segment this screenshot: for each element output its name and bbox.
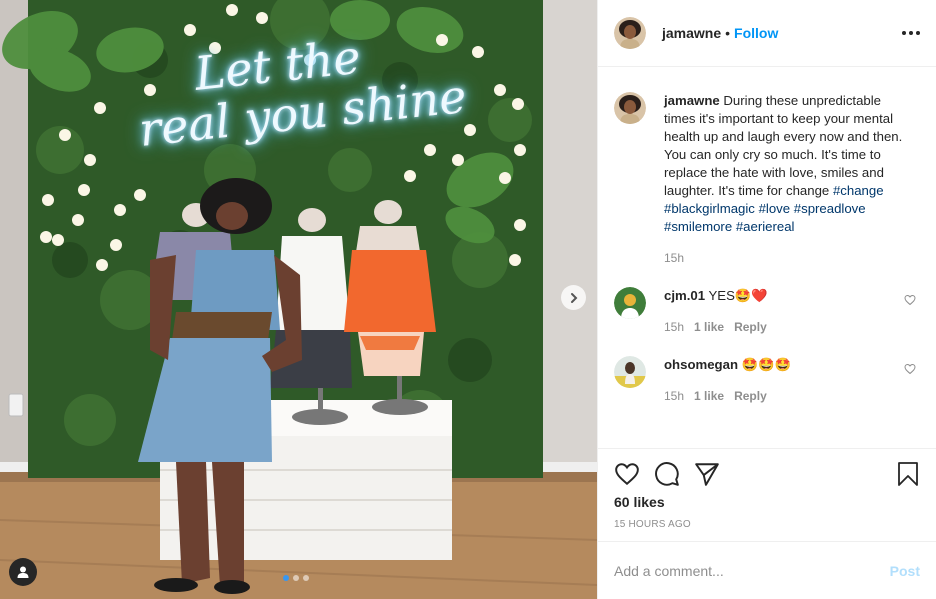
comment-text: YES🤩❤️ <box>708 288 768 303</box>
user-icon <box>17 566 29 578</box>
comment-input[interactable] <box>614 562 890 579</box>
add-comment-bar: Post <box>598 541 936 599</box>
comment-item: ohsomegan 🤩🤩🤩 15h 1 like Reply <box>614 356 920 405</box>
share-button[interactable] <box>694 461 720 487</box>
carousel-dot-active <box>283 575 289 581</box>
caption-age[interactable]: 15h <box>664 249 914 267</box>
post-timestamp[interactable]: 15 HOURS AGO <box>614 519 920 530</box>
avatar[interactable] <box>614 287 646 319</box>
caption-body: jamawne During these unpredictable times… <box>664 92 914 267</box>
next-photo-button[interactable] <box>561 285 586 310</box>
carousel-indicator <box>283 575 309 581</box>
carousel-dot <box>293 575 299 581</box>
likes-count[interactable]: 60 likes <box>614 494 920 510</box>
comment-icon <box>655 462 679 486</box>
reply-button[interactable]: Reply <box>734 318 767 336</box>
comment-text: 🤩🤩🤩 <box>741 357 791 372</box>
post-side-panel: jamawne • Follow jamawne During these un… <box>597 0 936 599</box>
tagged-users-button[interactable] <box>9 558 37 586</box>
header-username[interactable]: jamawne <box>662 25 721 41</box>
comment-body: ohsomegan 🤩🤩🤩 15h 1 like Reply <box>664 356 791 405</box>
comment-username[interactable]: cjm.01 <box>664 288 705 303</box>
hashtag-link[interactable]: #aeriereal <box>736 219 795 234</box>
comment-username[interactable]: ohsomegan <box>664 357 738 372</box>
more-options-button[interactable] <box>902 31 920 35</box>
post-caption: jamawne During these unpredictable times… <box>614 92 920 267</box>
hashtag-link[interactable]: #smilemore <box>664 219 732 234</box>
post-actions: 60 likes 15 HOURS AGO <box>598 448 936 530</box>
hashtag-link[interactable]: #blackgirlmagic <box>664 201 755 216</box>
hashtag-link[interactable]: #change <box>833 183 884 198</box>
post-header: jamawne • Follow <box>598 0 936 67</box>
comment-item: cjm.01 YES🤩❤️ 15h 1 like Reply <box>614 287 920 336</box>
comment-likes[interactable]: 1 like <box>694 318 724 336</box>
hashtag-link[interactable]: #spreadlove <box>794 201 866 216</box>
comment-body: cjm.01 YES🤩❤️ 15h 1 like Reply <box>664 287 768 336</box>
post-photo[interactable]: Let the real you shine <box>0 0 597 599</box>
header-separator: • <box>725 25 731 41</box>
carousel-dot <box>303 575 309 581</box>
comment-meta: 15h 1 like Reply <box>664 387 791 405</box>
more-horizontal-icon <box>902 31 906 35</box>
comment-button[interactable] <box>654 461 680 487</box>
caption-username[interactable]: jamawne <box>664 93 720 108</box>
avatar[interactable] <box>614 92 646 124</box>
reply-button[interactable]: Reply <box>734 387 767 405</box>
heart-icon[interactable] <box>904 363 916 375</box>
avatar[interactable] <box>614 356 646 388</box>
follow-button[interactable]: Follow <box>734 25 778 41</box>
chevron-right-icon <box>570 292 577 303</box>
comment-age[interactable]: 15h <box>664 318 684 336</box>
save-button[interactable] <box>896 461 920 487</box>
share-icon <box>695 463 719 486</box>
comment-meta: 15h 1 like Reply <box>664 318 768 336</box>
comments-list[interactable]: jamawne During these unpredictable times… <box>598 68 936 448</box>
bookmark-icon <box>898 462 918 486</box>
heart-icon <box>615 463 639 486</box>
heart-icon[interactable] <box>904 294 916 306</box>
avatar[interactable] <box>614 17 646 49</box>
comment-likes[interactable]: 1 like <box>694 387 724 405</box>
post-comment-button[interactable]: Post <box>890 563 920 579</box>
hashtag-link[interactable]: #love <box>759 201 791 216</box>
action-icons <box>614 461 920 487</box>
like-button[interactable] <box>614 461 640 487</box>
comment-age[interactable]: 15h <box>664 387 684 405</box>
